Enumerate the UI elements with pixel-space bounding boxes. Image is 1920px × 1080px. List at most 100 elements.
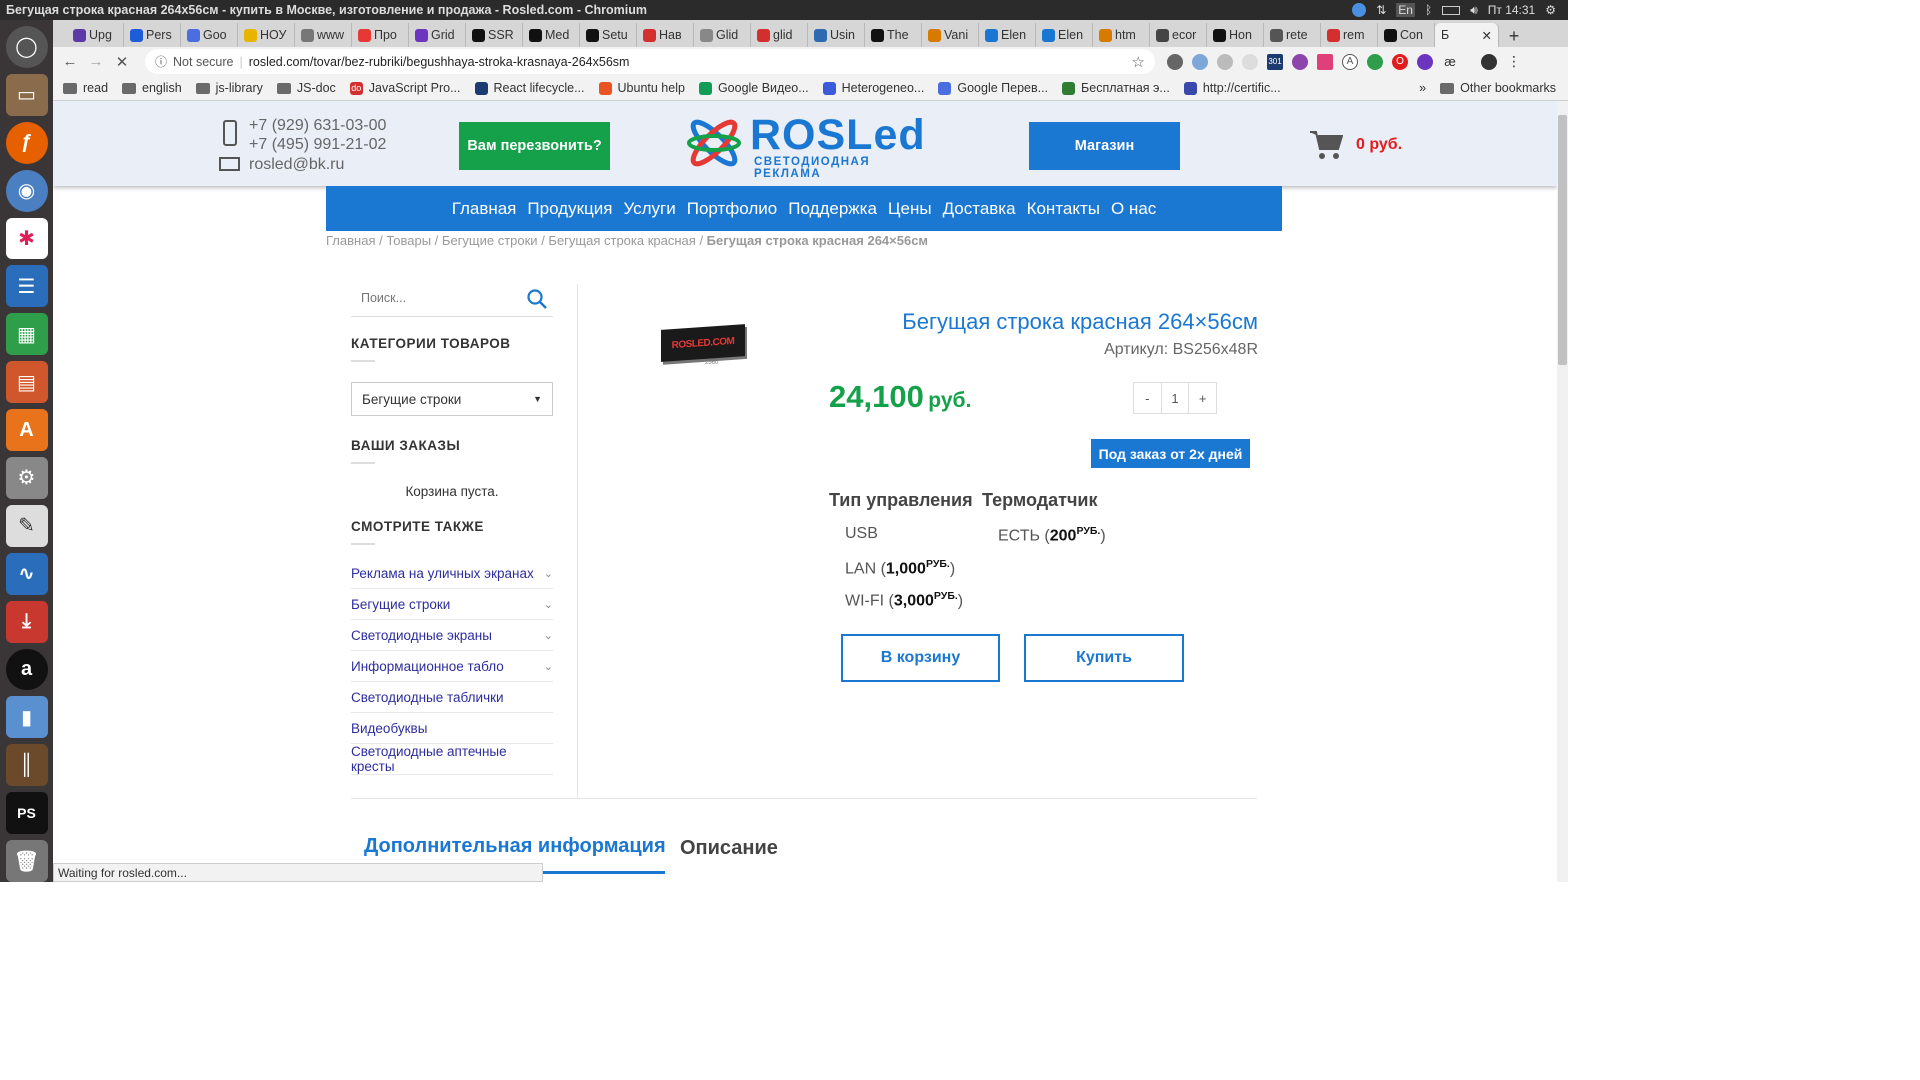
- extension-icon[interactable]: [1292, 53, 1308, 70]
- text-editor-icon[interactable]: ✎: [5, 504, 48, 547]
- control-type-option[interactable]: USB: [845, 525, 963, 558]
- qty-input[interactable]: 1: [1160, 383, 1189, 413]
- see-also-link[interactable]: Информационное табло ⌄: [351, 651, 553, 682]
- extension-icon[interactable]: [1417, 53, 1433, 70]
- bookmark-item[interactable]: http://certific...: [1183, 81, 1281, 95]
- tab-close-icon[interactable]: ✕: [1482, 28, 1492, 43]
- amazon-icon[interactable]: a: [5, 648, 48, 691]
- address-bar[interactable]: ⓘ Not secure | rosled.com/tovar/bez-rubr…: [145, 49, 1155, 74]
- opera-icon[interactable]: O: [1392, 53, 1408, 70]
- browser-tab[interactable]: Goo: [181, 23, 238, 47]
- cart-icon[interactable]: [1309, 129, 1343, 161]
- tab-additional-info[interactable]: Дополнительная информация: [364, 835, 666, 858]
- browser-tab[interactable]: Elen: [979, 23, 1036, 47]
- see-also-link[interactable]: Светодиодные экраны ⌄: [351, 620, 553, 651]
- installer-icon[interactable]: ⤓: [5, 600, 48, 643]
- url-text[interactable]: rosled.com/tovar/bez-rubriki/begushhaya-…: [249, 55, 630, 69]
- scrollbar-thumb[interactable]: [1558, 115, 1567, 365]
- file-manager-icon[interactable]: ▭: [5, 73, 48, 116]
- back-arrow-icon[interactable]: ←: [57, 53, 83, 70]
- chevron-down-icon[interactable]: ⌄: [544, 629, 553, 642]
- network-icon[interactable]: ⇅: [1376, 3, 1386, 17]
- browser-tab[interactable]: Pers: [124, 23, 181, 47]
- main-menu-item[interactable]: Доставка: [943, 199, 1016, 219]
- browser-tab[interactable]: The: [865, 23, 922, 47]
- browser-tab[interactable]: Grid: [409, 23, 466, 47]
- settings-gear-icon[interactable]: ⚙: [1545, 3, 1556, 17]
- extension-icon[interactable]: [1317, 53, 1333, 70]
- browser-tab[interactable]: Про: [352, 23, 409, 47]
- category-select[interactable]: Бегущие строки ▼: [351, 382, 553, 416]
- other-bookmarks-folder[interactable]: Other bookmarks: [1440, 81, 1556, 95]
- see-also-link[interactable]: Светодиодные аптечные кресты: [351, 744, 553, 775]
- profile-icon[interactable]: [1481, 53, 1497, 70]
- qty-plus-button[interactable]: +: [1188, 383, 1216, 413]
- see-also-link[interactable]: Реклама на уличных экранах ⌄: [351, 558, 553, 589]
- battery-icon[interactable]: [1442, 5, 1461, 15]
- extension-icon[interactable]: [1192, 53, 1208, 70]
- breadcrumb-link[interactable]: Бегущие строки: [442, 233, 538, 248]
- buy-button[interactable]: Купить: [1024, 634, 1184, 682]
- bookmark-folder[interactable]: read: [63, 81, 108, 95]
- product-image[interactable]: ROSLED.COM 2560: [653, 323, 749, 369]
- info-icon[interactable]: ⓘ: [155, 53, 167, 70]
- bookmark-item[interactable]: do JavaScript Pro...: [349, 81, 461, 95]
- extension-icon[interactable]: [1217, 53, 1233, 70]
- keyboard-layout[interactable]: En: [1396, 3, 1415, 17]
- bookmark-item[interactable]: Heterogeneo...: [822, 81, 924, 95]
- active-browser-tab[interactable]: Б ✕: [1435, 23, 1499, 47]
- phone-1[interactable]: +7 (929) 631-03-00: [249, 116, 386, 136]
- trash-icon[interactable]: 🗑︎: [5, 840, 48, 883]
- see-also-link[interactable]: Бегущие строки ⌄: [351, 589, 553, 620]
- bookmark-item[interactable]: Ubuntu help: [598, 81, 685, 95]
- firefox-icon[interactable]: ƒ: [5, 121, 48, 164]
- chevron-down-icon[interactable]: ⌄: [544, 598, 553, 611]
- bookmark-item[interactable]: Google Видео...: [698, 81, 809, 95]
- browser-tab[interactable]: Con: [1378, 23, 1435, 47]
- main-menu-item[interactable]: Продукция: [527, 199, 612, 219]
- browser-tab[interactable]: Med: [523, 23, 580, 47]
- new-tab-button[interactable]: +: [1499, 26, 1529, 47]
- browser-tab[interactable]: SSR: [466, 23, 523, 47]
- main-menu-item[interactable]: Цены: [888, 199, 932, 219]
- chrome-tray-icon[interactable]: [1352, 3, 1367, 17]
- bluetooth-icon[interactable]: ᛒ: [1425, 3, 1432, 17]
- stop-loading-icon[interactable]: ✕: [109, 53, 135, 71]
- redirect-301-icon[interactable]: 301: [1267, 53, 1283, 70]
- cart-total[interactable]: 0 руб.: [1356, 136, 1402, 154]
- see-also-link[interactable]: Светодиодные таблички: [351, 682, 553, 713]
- search-field[interactable]: [351, 281, 553, 317]
- main-menu-item[interactable]: Поддержка: [788, 199, 877, 219]
- callback-button[interactable]: Вам перезвонить?: [459, 122, 610, 170]
- writer-icon[interactable]: ☰: [5, 265, 48, 308]
- breadcrumb-link[interactable]: Бегущая строка красная: [548, 233, 695, 248]
- main-menu-item[interactable]: Главная: [452, 199, 517, 219]
- forward-arrow-icon[interactable]: →: [83, 53, 109, 70]
- tab-description[interactable]: Описание: [680, 837, 778, 860]
- browser-tab[interactable]: Setu: [580, 23, 637, 47]
- quantity-stepper[interactable]: - 1 +: [1133, 382, 1217, 414]
- browser-tab[interactable]: www: [295, 23, 352, 47]
- breadcrumb-link[interactable]: Товары: [386, 233, 431, 248]
- chromium-icon[interactable]: ◉: [5, 169, 48, 212]
- browser-tab[interactable]: НОУ: [238, 23, 295, 47]
- browser-tab[interactable]: Elen: [1036, 23, 1093, 47]
- thermometer-icon[interactable]: ▮: [5, 696, 48, 739]
- main-menu-item[interactable]: О нас: [1111, 199, 1156, 219]
- phone-2[interactable]: +7 (495) 991-21-02: [249, 135, 386, 155]
- bookmark-item[interactable]: Google Перев...: [938, 81, 1048, 95]
- extension-icon[interactable]: A: [1342, 53, 1358, 70]
- impress-icon[interactable]: ▤: [5, 361, 48, 404]
- bookmark-star-icon[interactable]: ☆: [1132, 53, 1145, 71]
- browser-tab[interactable]: Hon: [1207, 23, 1264, 47]
- bookmark-folder[interactable]: js-library: [195, 81, 263, 95]
- search-icon[interactable]: [527, 289, 547, 309]
- main-menu-item[interactable]: Услуги: [623, 199, 675, 219]
- library-icon[interactable]: ║: [5, 744, 48, 787]
- browser-tab[interactable]: Upg: [67, 23, 124, 47]
- browser-tab[interactable]: Usin: [808, 23, 865, 47]
- thermo-sensor-option[interactable]: ЕСТЬ (200РУБ.): [998, 525, 1106, 557]
- email-link[interactable]: rosled@bk.ru: [249, 155, 344, 175]
- ae-icon[interactable]: æ: [1442, 54, 1458, 70]
- bookmark-item[interactable]: Бесплатная э...: [1062, 81, 1170, 95]
